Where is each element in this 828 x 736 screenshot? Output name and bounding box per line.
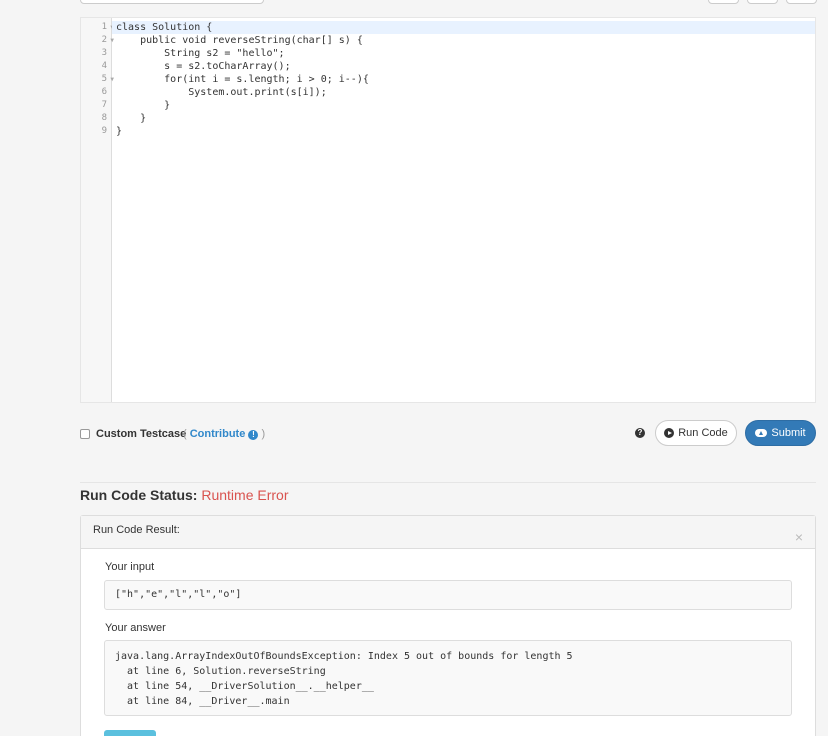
result-title: Run Code Result:	[93, 524, 180, 536]
code-area[interactable]: class Solution { public void reverseStri…	[112, 21, 815, 138]
input-value-box: ["h","e","l","l","o"]	[104, 580, 792, 610]
line-number: 9	[101, 126, 107, 136]
fold-arrow-icon[interactable]: ▼	[110, 73, 114, 86]
divider	[80, 482, 816, 483]
code-line[interactable]: }	[116, 99, 815, 112]
contribute-open-paren: (	[183, 428, 190, 440]
line-number: 2 ▼	[101, 34, 114, 47]
line-number: 8	[101, 113, 107, 123]
code-line[interactable]: String s2 = "hello";	[116, 47, 815, 60]
submit-label: Submit	[771, 427, 806, 439]
action-row: Custom Testcase ( Contribute ! ) ? Run C…	[80, 420, 816, 448]
code-line[interactable]: s = s2.toCharArray();	[116, 60, 815, 73]
result-header: Run Code Result: ×	[81, 516, 815, 549]
line-number: 4	[101, 61, 107, 71]
line-number: 5 ▼	[101, 73, 114, 86]
help-icon[interactable]: ?	[635, 428, 645, 438]
contribute-close-paren: )	[258, 428, 266, 440]
result-panel: Run Code Result: × Your input ["h","e","…	[80, 515, 816, 736]
toolbar-button-1[interactable]	[708, 0, 739, 4]
contribute-group: ( Contribute ! )	[183, 428, 265, 440]
submit-button[interactable]: Submit	[745, 420, 816, 446]
play-icon	[664, 428, 675, 438]
line-number-gutter: 1▼2▼3 4 5▼6 7 8 9	[81, 18, 114, 402]
cloud-upload-icon	[755, 429, 768, 437]
run-code-button[interactable]: Run Code	[655, 420, 737, 446]
custom-testcase-label: Custom Testcase	[96, 428, 187, 440]
line-number: 1▼	[81, 21, 114, 34]
code-editor[interactable]: 1▼2▼3 4 5▼6 7 8 9 class Solution { public voi…	[80, 17, 816, 403]
input-label: Your input	[105, 561, 155, 573]
language-select[interactable]	[80, 0, 264, 4]
info-icon[interactable]: !	[248, 430, 259, 440]
custom-testcase-checkbox[interactable]	[80, 429, 90, 439]
close-icon[interactable]: ×	[795, 530, 803, 544]
show-diff-button[interactable]	[104, 730, 156, 736]
code-line[interactable]: System.out.print(s[i]);	[116, 86, 815, 99]
code-line[interactable]: }	[116, 125, 815, 138]
fold-arrow-icon[interactable]: ▼	[110, 34, 114, 47]
line-number: 3	[101, 48, 107, 58]
status-label: Run Code Status:	[80, 487, 198, 503]
code-line[interactable]: public void reverseString(char[] s) {	[116, 34, 815, 47]
run-code-status: Run Code Status: Runtime Error	[80, 487, 288, 503]
answer-label: Your answer	[105, 622, 166, 634]
run-code-label: Run Code	[678, 427, 728, 439]
answer-value-box: java.lang.ArrayIndexOutOfBoundsException…	[104, 640, 792, 716]
code-line[interactable]: }	[116, 112, 815, 125]
toolbar-button-2[interactable]	[747, 0, 778, 4]
code-line[interactable]: for(int i = s.length; i > 0; i--){	[116, 73, 815, 86]
status-value: Runtime Error	[201, 487, 289, 503]
contribute-link[interactable]: Contribute	[190, 428, 246, 440]
toolbar-button-3[interactable]	[786, 0, 817, 4]
line-number: 6	[101, 87, 107, 97]
code-line[interactable]: class Solution {	[112, 21, 815, 34]
line-number: 7	[101, 100, 107, 110]
